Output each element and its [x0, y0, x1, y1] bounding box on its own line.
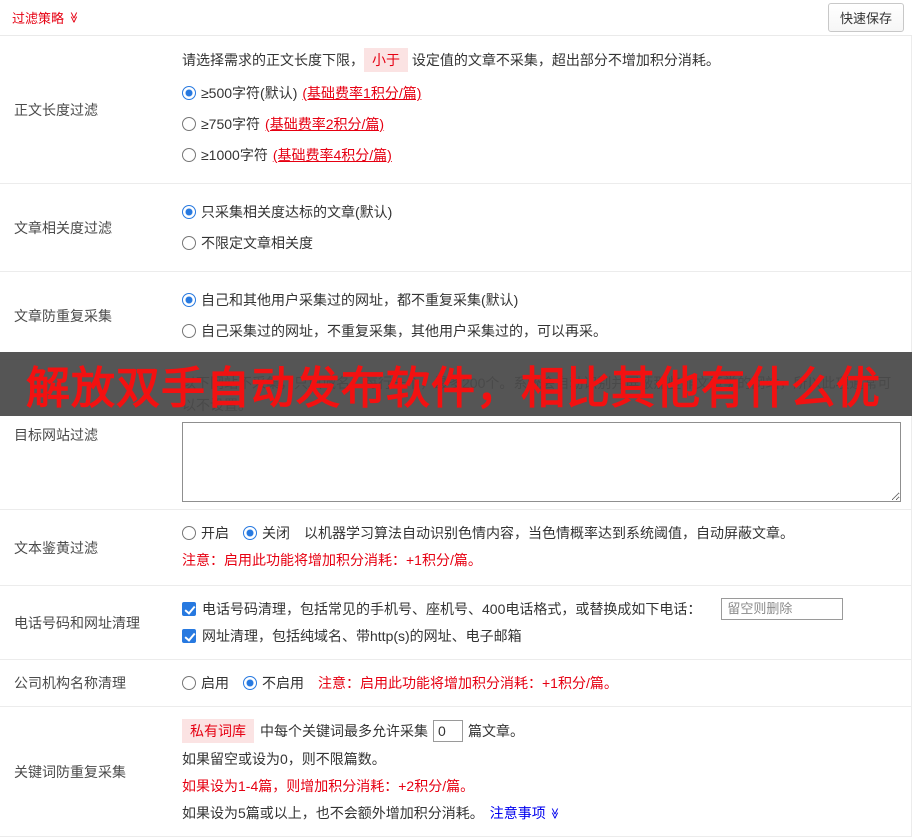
porn-filter-desc: 以机器学习算法自动识别色情内容，当色情概率达到系统阈值，自动屏蔽文章。: [304, 525, 794, 541]
company-clean-off-label: 不启用: [262, 675, 304, 691]
row-porn-filter: 文本鉴黄过滤 开启 关闭 以机器学习算法自动识别色情内容，当色情概率达到系统阈值…: [0, 510, 911, 586]
keyword-rule-1-4: 如果设为1-4篇，则增加积分消耗：+2积分/篇。: [182, 778, 475, 794]
length-750-radio[interactable]: [182, 117, 196, 131]
dedupe-option-self[interactable]: 自己采集过的网址，不重复采集，其他用户采集过的，可以再采。: [182, 321, 901, 341]
notes-link-text: 注意事项: [489, 805, 546, 821]
watermark-text: 解放双手自动发布软件，相比其他有什么优: [26, 364, 881, 413]
row-length-filter: 正文长度过滤 请选择需求的正文长度下限， 小于 设定值的文章不采集，超出部分不增加…: [0, 36, 911, 184]
page-title-text: 过滤策略: [12, 11, 65, 26]
company-clean-on-radio[interactable]: [182, 676, 196, 690]
porn-filter-cost-note: 注意：启用此功能将增加积分消耗：+1积分/篇。: [182, 552, 482, 568]
row-company-clean: 公司机构名称清理 启用 不启用 注意：启用此功能将增加积分消耗：+1积分/篇。: [0, 660, 911, 707]
row-relevance-filter: 文章相关度过滤 只采集相关度达标的文章(默认) 不限定文章相关度: [0, 184, 911, 272]
length-750-fee-note: (基础费率2积分/篇): [265, 116, 385, 132]
keyword-limit-text: 中每个关键词最多允许采集: [260, 723, 428, 739]
blocked-sites-textarea[interactable]: [182, 422, 901, 502]
relevance-strict-label: 只采集相关度达标的文章(默认): [201, 204, 393, 220]
row-phone-url-clean: 电话号码和网址清理 电话号码清理，包括常见的手机号、座机号、400电话格式，或替…: [0, 586, 911, 660]
dedupe-self-label: 自己采集过的网址，不重复采集，其他用户采集过的，可以再采。: [201, 323, 607, 339]
phone-clean-option[interactable]: 电话号码清理，包括常见的手机号、座机号、400电话格式，或替换成如下电话：: [182, 598, 701, 620]
company-clean-off-radio[interactable]: [243, 676, 257, 690]
less-than-chip: 小于: [364, 48, 408, 72]
row-label-relevance-filter: 文章相关度过滤: [14, 219, 112, 236]
length-option-1000[interactable]: ≥1000字符 (基础费率4积分/篇): [182, 145, 901, 165]
link-chevron-down-icon: ≫: [548, 807, 561, 819]
replacement-phone-input[interactable]: [721, 598, 844, 620]
relevance-option-any[interactable]: 不限定文章相关度: [182, 233, 901, 253]
length-750-label: ≥750字符: [201, 116, 261, 132]
porn-on-radio[interactable]: [182, 526, 196, 540]
quick-save-button[interactable]: 快速保存: [827, 3, 904, 32]
row-label-keyword-dedupe: 关键词防重复采集: [14, 763, 126, 780]
keyword-rule-zero: 如果留空或设为0，则不限篇数。: [182, 751, 386, 767]
keyword-limit-text-end: 篇文章。: [468, 723, 524, 739]
relevance-strict-radio[interactable]: [182, 205, 196, 219]
length-500-label: ≥500字符(默认): [201, 85, 298, 101]
porn-filter-on-option[interactable]: 开启: [182, 522, 229, 544]
url-clean-option[interactable]: 网址清理，包括纯域名、带http(s)的网址、电子邮箱: [182, 625, 522, 647]
page-title[interactable]: 过滤策略 ≫: [12, 8, 79, 27]
dedupe-global-radio[interactable]: [182, 293, 196, 307]
phone-clean-checkbox[interactable]: [182, 602, 196, 616]
watermark-banner: 解放双手自动发布软件，相比其他有什么优: [0, 352, 912, 416]
settings-table: 正文长度过滤 请选择需求的正文长度下限， 小于 设定值的文章不采集，超出部分不增加…: [0, 36, 912, 837]
length-1000-label: ≥1000字符: [201, 147, 268, 163]
row-label-company-clean: 公司机构名称清理: [14, 675, 126, 691]
notes-link[interactable]: 注意事项 ≫: [490, 802, 560, 824]
company-clean-on-option[interactable]: 启用: [182, 672, 229, 694]
length-filter-intro: 请选择需求的正文长度下限， 小于 设定值的文章不采集，超出部分不增加积分消耗。: [182, 48, 901, 72]
porn-off-radio[interactable]: [243, 526, 257, 540]
row-label-phone-url-clean: 电话号码和网址清理: [14, 614, 140, 631]
relevance-any-label: 不限定文章相关度: [201, 235, 313, 251]
porn-off-label: 关闭: [262, 525, 290, 541]
top-bar: 过滤策略 ≫ 快速保存: [0, 0, 912, 36]
row-label-length-filter: 正文长度过滤: [14, 101, 98, 118]
length-option-500[interactable]: ≥500字符(默认) (基础费率1积分/篇): [182, 83, 901, 103]
private-lexicon-chip: 私有词库: [182, 719, 254, 743]
company-clean-off-option[interactable]: 不启用: [243, 672, 304, 694]
intro-text-pre: 请选择需求的正文长度下限，: [182, 52, 364, 68]
row-dedupe-filter: 文章防重复采集 自己和其他用户采集过的网址，都不重复采集(默认) 自己采集过的网…: [0, 272, 911, 360]
porn-on-label: 开启: [201, 525, 229, 541]
chevron-down-icon: ≫: [67, 11, 80, 24]
relevance-any-radio[interactable]: [182, 236, 196, 250]
intro-text-post: 设定值的文章不采集，超出部分不增加积分消耗。: [411, 52, 720, 68]
url-clean-label: 网址清理，包括纯域名、带http(s)的网址、电子邮箱: [202, 628, 522, 644]
url-clean-checkbox[interactable]: [182, 629, 196, 643]
dedupe-option-global[interactable]: 自己和其他用户采集过的网址，都不重复采集(默认): [182, 290, 901, 310]
porn-filter-off-option[interactable]: 关闭: [243, 522, 290, 544]
length-1000-radio[interactable]: [182, 148, 196, 162]
length-1000-fee-note: (基础费率4积分/篇): [272, 147, 392, 163]
phone-clean-label: 电话号码清理，包括常见的手机号、座机号、400电话格式，或替换成如下电话：: [202, 601, 702, 617]
row-label-dedupe-filter: 文章防重复采集: [14, 307, 112, 324]
length-500-radio[interactable]: [182, 86, 196, 100]
length-option-750[interactable]: ≥750字符 (基础费率2积分/篇): [182, 114, 901, 134]
company-clean-cost-note: 注意：启用此功能将增加积分消耗：+1积分/篇。: [318, 675, 618, 691]
dedupe-global-label: 自己和其他用户采集过的网址，都不重复采集(默认): [201, 292, 519, 308]
company-clean-on-label: 启用: [201, 675, 229, 691]
keyword-rule-5plus-text: 如果设为5篇或以上，也不会额外增加积分消耗。: [182, 805, 484, 821]
length-500-fee-note: (基础费率1积分/篇): [302, 85, 422, 101]
keyword-limit-input[interactable]: [433, 720, 463, 742]
row-keyword-dedupe: 关键词防重复采集 私有词库 中每个关键词最多允许采集 篇文章。 如果留空或设为0…: [0, 707, 911, 837]
dedupe-self-radio[interactable]: [182, 324, 196, 338]
relevance-option-strict[interactable]: 只采集相关度达标的文章(默认): [182, 202, 901, 222]
row-label-porn-filter: 文本鉴黄过滤: [14, 539, 98, 556]
keyword-rule-5plus: 如果设为5篇或以上，也不会额外增加积分消耗。 注意事项 ≫: [182, 802, 901, 824]
